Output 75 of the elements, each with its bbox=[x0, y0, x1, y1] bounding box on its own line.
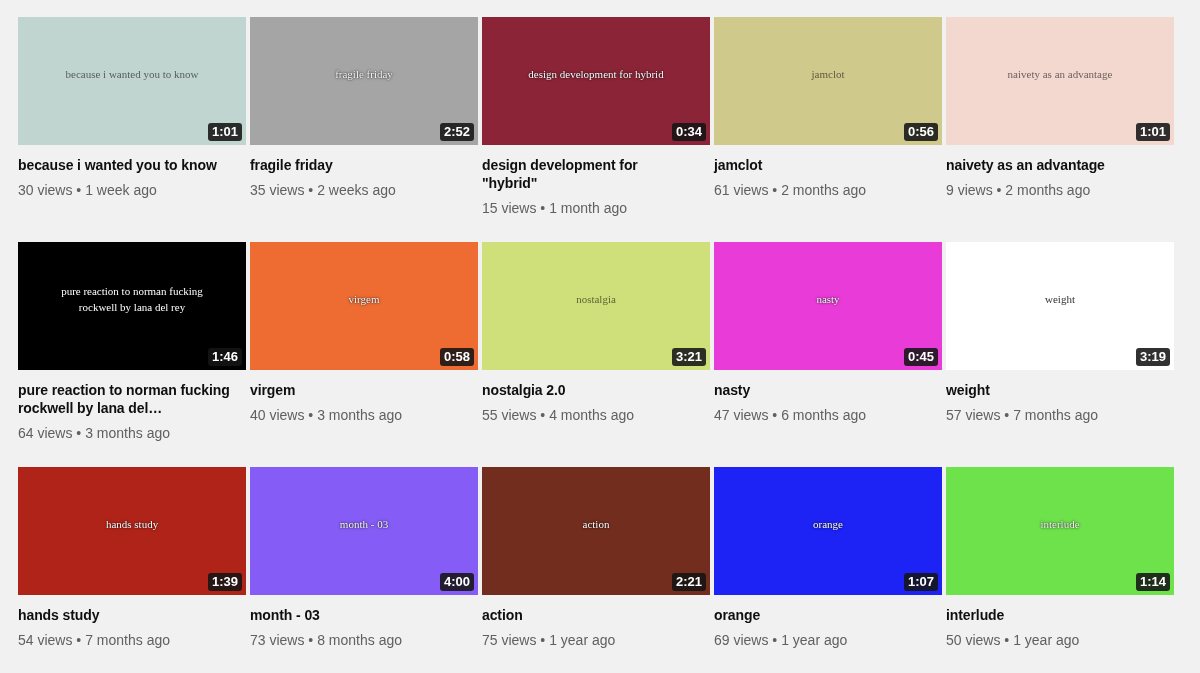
duration-badge: 2:52 bbox=[439, 123, 474, 141]
duration-badge: 1:39 bbox=[207, 573, 242, 591]
video-thumbnail[interactable]: naivety as an advantage 1:01 bbox=[946, 17, 1174, 145]
video-title[interactable]: nostalgia 2.0 bbox=[482, 381, 696, 399]
video-title[interactable]: action bbox=[482, 606, 696, 624]
duration-badge: 1:07 bbox=[903, 573, 938, 591]
video-title[interactable]: month - 03 bbox=[250, 606, 464, 624]
thumbnail-caption: because i wanted you to know bbox=[65, 66, 199, 82]
video-title[interactable]: nasty bbox=[714, 381, 928, 399]
duration-badge: 1:46 bbox=[207, 348, 242, 366]
video-meta: 75 views • 1 year ago bbox=[482, 631, 617, 649]
video-title[interactable]: design development for "hybrid" bbox=[482, 156, 696, 192]
thumbnail-caption: jamclot bbox=[811, 66, 845, 82]
video-meta: 55 views • 4 months ago bbox=[482, 406, 635, 424]
video-meta: 9 views • 2 months ago bbox=[946, 181, 1092, 199]
thumbnail-caption: orange bbox=[813, 516, 843, 532]
duration-badge: 1:01 bbox=[207, 123, 242, 141]
video-meta: 57 views • 7 months ago bbox=[946, 406, 1099, 424]
video-meta: 64 views • 3 months ago bbox=[18, 424, 171, 442]
video-thumbnail[interactable]: design development for hybrid 0:34 bbox=[482, 17, 710, 145]
duration-badge: 1:14 bbox=[1135, 573, 1170, 591]
duration-badge: 2:21 bbox=[671, 573, 706, 591]
video-title[interactable]: jamclot bbox=[714, 156, 928, 174]
video-thumbnail[interactable]: fragile friday 2:52 bbox=[250, 17, 478, 145]
video-thumbnail[interactable]: weight 3:19 bbox=[946, 242, 1174, 370]
video-thumbnail[interactable]: virgem 0:58 bbox=[250, 242, 478, 370]
video-thumbnail[interactable]: jamclot 0:56 bbox=[714, 17, 942, 145]
video-thumbnail[interactable]: because i wanted you to know 1:01 bbox=[18, 17, 246, 145]
video-thumbnail[interactable]: nostalgia 3:21 bbox=[482, 242, 710, 370]
video-meta: 50 views • 1 year ago bbox=[946, 631, 1081, 649]
duration-badge: 4:00 bbox=[439, 573, 474, 591]
video-thumbnail[interactable]: orange 1:07 bbox=[714, 467, 942, 595]
video-meta: 69 views • 1 year ago bbox=[714, 631, 849, 649]
video-meta: 73 views • 8 months ago bbox=[250, 631, 403, 649]
video-meta: 40 views • 3 months ago bbox=[250, 406, 403, 424]
thumbnail-caption: virgem bbox=[348, 291, 380, 307]
video-meta: 54 views • 7 months ago bbox=[18, 631, 171, 649]
video-title[interactable]: because i wanted you to know bbox=[18, 156, 232, 174]
video-meta: 15 views • 1 month ago bbox=[482, 199, 628, 217]
video-title[interactable]: virgem bbox=[250, 381, 464, 399]
duration-badge: 0:45 bbox=[903, 348, 938, 366]
video-title[interactable]: weight bbox=[946, 381, 1160, 399]
video-thumbnail[interactable]: hands study 1:39 bbox=[18, 467, 246, 595]
thumbnail-caption: month - 03 bbox=[339, 516, 389, 532]
video-title[interactable]: interlude bbox=[946, 606, 1160, 624]
video-meta: 30 views • 1 week ago bbox=[18, 181, 158, 199]
thumbnail-caption: action bbox=[582, 516, 610, 532]
duration-badge: 1:01 bbox=[1135, 123, 1170, 141]
video-meta: 35 views • 2 weeks ago bbox=[250, 181, 397, 199]
duration-badge: 3:19 bbox=[1135, 348, 1170, 366]
video-meta: 47 views • 6 months ago bbox=[714, 406, 867, 424]
video-thumbnail[interactable]: pure reaction to norman fucking rockwell by lana del rey 1:46 bbox=[18, 242, 246, 370]
video-title[interactable]: fragile friday bbox=[250, 156, 464, 174]
video-meta: 61 views • 2 months ago bbox=[714, 181, 867, 199]
thumbnail-caption: interlude bbox=[1040, 516, 1080, 532]
duration-badge: 0:56 bbox=[903, 123, 938, 141]
thumbnail-caption: design development for hybrid bbox=[528, 66, 664, 82]
video-thumbnail[interactable]: month - 03 4:00 bbox=[250, 467, 478, 595]
thumbnail-caption: nasty bbox=[816, 291, 840, 307]
video-title[interactable]: orange bbox=[714, 606, 928, 624]
video-thumbnail[interactable]: action 2:21 bbox=[482, 467, 710, 595]
thumbnail-caption: pure reaction to norman fucking rockwell by lana del rey bbox=[60, 283, 204, 315]
thumbnail-caption: nostalgia bbox=[576, 291, 616, 307]
video-thumbnail[interactable]: nasty 0:45 bbox=[714, 242, 942, 370]
duration-badge: 0:58 bbox=[439, 348, 474, 366]
video-title[interactable]: hands study bbox=[18, 606, 232, 624]
thumbnail-caption: hands study bbox=[105, 516, 159, 532]
video-title[interactable]: pure reaction to norman fucking rockwell by lana del… bbox=[18, 381, 232, 417]
thumbnail-caption: naivety as an advantage bbox=[1007, 66, 1113, 82]
thumbnail-caption: fragile friday bbox=[335, 66, 393, 82]
video-thumbnail[interactable]: interlude 1:14 bbox=[946, 467, 1174, 595]
duration-badge: 3:21 bbox=[671, 348, 706, 366]
thumbnail-caption: weight bbox=[1045, 291, 1075, 307]
duration-badge: 0:34 bbox=[671, 123, 706, 141]
video-title[interactable]: naivety as an advantage bbox=[946, 156, 1160, 174]
